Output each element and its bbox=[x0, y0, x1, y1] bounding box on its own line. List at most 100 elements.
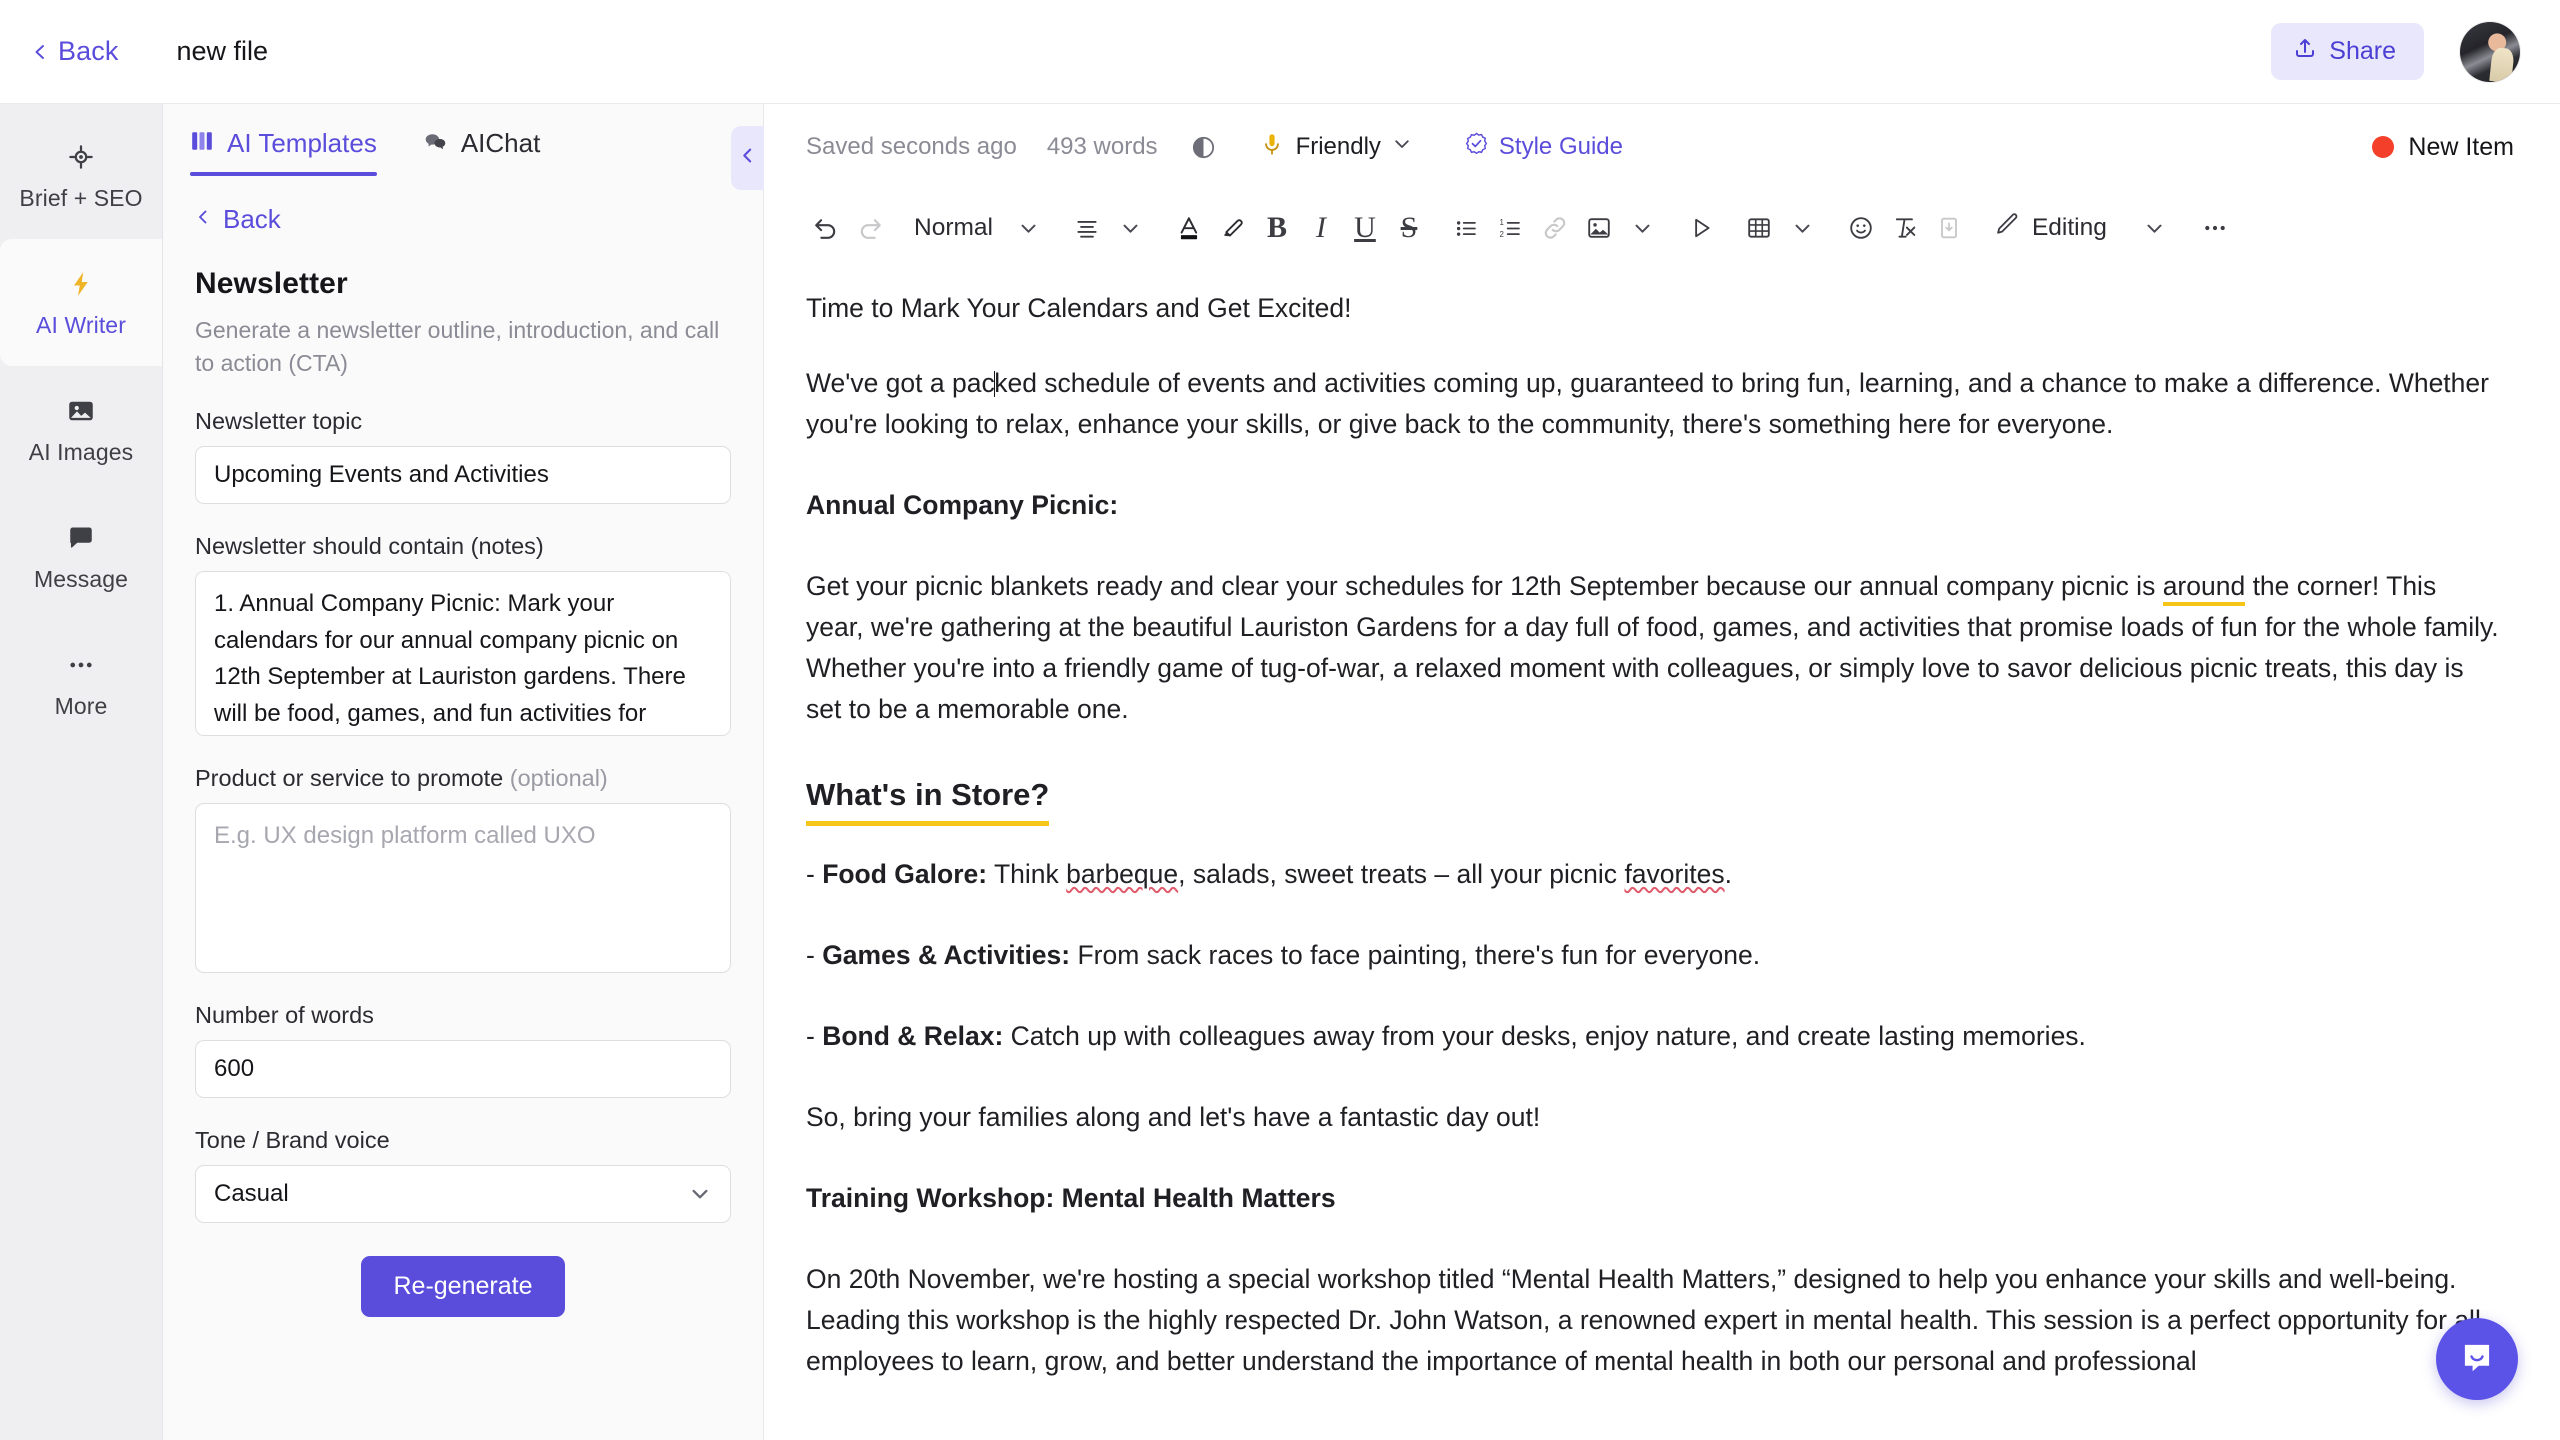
chat-bubbles-icon bbox=[423, 129, 448, 159]
newsletter-notes-textarea[interactable]: 1. Annual Company Picnic: Mark your cale… bbox=[195, 571, 731, 737]
page-break-icon[interactable] bbox=[1927, 204, 1971, 252]
tone-selector[interactable]: Friendly bbox=[1259, 131, 1412, 164]
paragraph-text-a: Get your picnic blankets ready and clear… bbox=[806, 571, 2163, 602]
file-title[interactable]: new file bbox=[176, 36, 268, 67]
top-bar-actions: Share bbox=[2271, 21, 2520, 82]
bullet-rest-a: Catch up with colleagues away from your … bbox=[1003, 1020, 2086, 1051]
sidebar-item-message[interactable]: Message bbox=[0, 493, 162, 620]
microphone-icon bbox=[1259, 131, 1285, 164]
document-content[interactable]: Time to Mark Your Calendars and Get Exci… bbox=[764, 266, 2560, 1440]
chat-bubble-smile-icon bbox=[2455, 1335, 2499, 1384]
document-paragraph: Get your picnic blankets ready and clear… bbox=[806, 566, 2500, 730]
document-bullet-line: - Bond & Relax: Catch up with colleagues… bbox=[806, 1016, 2500, 1057]
intercom-chat-button[interactable] bbox=[2436, 1318, 2518, 1400]
image-icon bbox=[66, 394, 96, 428]
chevron-left-icon bbox=[195, 209, 211, 230]
new-item-button[interactable]: New Item bbox=[2372, 133, 2514, 162]
sidebar-item-ai-writer[interactable]: AI Writer bbox=[0, 239, 162, 366]
bullet-dash: - bbox=[806, 1020, 823, 1051]
paragraph-text-b: ked schedule of events and activities co… bbox=[806, 368, 2489, 440]
numbered-list-icon[interactable]: 12 bbox=[1489, 204, 1533, 252]
clear-format-icon[interactable] bbox=[1883, 204, 1927, 252]
regenerate-button[interactable]: Re-generate bbox=[360, 1256, 566, 1318]
highlighter-icon[interactable] bbox=[1211, 204, 1255, 252]
field-label-text: Product or service to promote bbox=[195, 765, 504, 792]
table-icon[interactable] bbox=[1737, 204, 1781, 252]
status-dot-icon bbox=[2372, 136, 2395, 158]
style-guide-label: Style Guide bbox=[1498, 133, 1623, 160]
bullet-rest-a: Think bbox=[987, 858, 1067, 889]
block-style-chevron-down-icon[interactable] bbox=[1007, 204, 1051, 252]
document-heading-picnic: Annual Company Picnic: bbox=[806, 490, 1119, 521]
panel-back-button[interactable]: Back bbox=[195, 204, 731, 235]
lightning-bolt-icon bbox=[66, 267, 96, 301]
app-root: Back new file Share Brief + SEO AI Write… bbox=[0, 0, 2560, 1440]
undo-button[interactable] bbox=[804, 204, 848, 252]
link-icon[interactable] bbox=[1533, 204, 1577, 252]
align-icon[interactable] bbox=[1065, 204, 1109, 252]
field-label: Product or service to promote (optional) bbox=[195, 765, 731, 792]
collapse-panel-button[interactable] bbox=[731, 126, 764, 190]
field-label: Newsletter should contain (notes) bbox=[195, 533, 544, 560]
newsletter-topic-input[interactable] bbox=[195, 446, 731, 505]
preview-eye-icon[interactable] bbox=[1190, 134, 1217, 161]
field-newsletter-notes: Newsletter should contain (notes) 1. Ann… bbox=[195, 533, 731, 737]
table-chevron-down-icon[interactable] bbox=[1781, 204, 1825, 252]
bold-button[interactable]: B bbox=[1255, 204, 1299, 252]
field-product-promote: Product or service to promote (optional) bbox=[195, 765, 731, 974]
style-guide-button[interactable]: Style Guide bbox=[1464, 131, 1623, 163]
field-label-optional: (optional) bbox=[509, 765, 608, 792]
field-tone-brand-voice: Tone / Brand voice bbox=[195, 1127, 731, 1224]
italic-button[interactable]: I bbox=[1299, 204, 1343, 252]
word-count: 493 words bbox=[1046, 133, 1158, 160]
strikethrough-button[interactable]: S bbox=[1387, 204, 1431, 252]
product-promote-textarea[interactable] bbox=[195, 803, 731, 974]
bullet-list-icon[interactable] bbox=[1445, 204, 1489, 252]
avatar[interactable] bbox=[2460, 21, 2520, 82]
document-paragraph: We've got a packed schedule of events an… bbox=[806, 363, 2500, 445]
share-button[interactable]: Share bbox=[2271, 23, 2424, 80]
editing-chevron-down-icon[interactable] bbox=[2133, 204, 2177, 252]
back-button[interactable]: Back bbox=[28, 30, 122, 73]
sidebar-item-brief-seo[interactable]: Brief + SEO bbox=[0, 112, 162, 239]
pencil-icon bbox=[1993, 211, 2020, 245]
bullet-rest-b: , salads, sweet treats – all your picnic bbox=[1178, 858, 1625, 889]
tab-ai-templates[interactable]: AI Templates bbox=[190, 128, 377, 176]
misspelled-word: barbeque bbox=[1066, 858, 1179, 889]
text-color-icon[interactable] bbox=[1167, 204, 1211, 252]
main-body: Brief + SEO AI Writer AI Images Message bbox=[0, 104, 2560, 1440]
align-chevron-down-icon[interactable] bbox=[1109, 204, 1153, 252]
number-of-words-input[interactable] bbox=[195, 1040, 731, 1099]
document-paragraph: On 20th November, we're hosting a specia… bbox=[806, 1263, 2481, 1376]
top-bar: Back new file Share bbox=[0, 0, 2560, 104]
toolbar-more-ellipsis-icon[interactable] bbox=[2193, 204, 2237, 252]
sidebar-item-more[interactable]: More bbox=[0, 620, 162, 747]
editing-mode-label: Editing bbox=[2031, 214, 2107, 241]
template-title: Newsletter bbox=[195, 267, 348, 300]
back-label: Back bbox=[58, 36, 119, 66]
bullet-bold: Bond & Relax: bbox=[822, 1020, 1004, 1051]
sidebar-item-ai-images[interactable]: AI Images bbox=[0, 366, 162, 493]
block-style-selector[interactable]: Normal bbox=[892, 204, 1007, 252]
redo-button[interactable] bbox=[848, 204, 892, 252]
play-icon[interactable] bbox=[1679, 204, 1723, 252]
panel-tabs: AI Templates AIChat bbox=[163, 104, 763, 176]
editing-mode-button[interactable]: Editing bbox=[1985, 211, 2107, 245]
document-heading-workshop: Training Workshop: Mental Health Matters bbox=[806, 1182, 1336, 1213]
paragraph-text-a: We've got a pac bbox=[806, 368, 995, 399]
image-chevron-down-icon[interactable] bbox=[1621, 204, 1665, 252]
document-bullet-line: - Games & Activities: From sack races to… bbox=[806, 935, 2500, 976]
sidebar-item-label: Brief + SEO bbox=[19, 184, 143, 211]
underline-button[interactable]: U bbox=[1343, 204, 1387, 252]
chat-bubble-icon bbox=[66, 521, 96, 555]
bullet-dash: - bbox=[806, 858, 823, 889]
tone-select[interactable] bbox=[195, 1165, 731, 1224]
templates-grid-icon bbox=[190, 129, 214, 158]
new-item-label: New Item bbox=[2408, 132, 2514, 161]
emoji-icon[interactable] bbox=[1839, 204, 1883, 252]
document-heading-store: What's in Store? bbox=[806, 771, 1050, 826]
image-icon[interactable] bbox=[1577, 204, 1621, 252]
field-label: Newsletter topic bbox=[195, 408, 363, 435]
document-line: Time to Mark Your Calendars and Get Exci… bbox=[806, 293, 1352, 323]
tab-ai-chat[interactable]: AIChat bbox=[423, 128, 540, 176]
